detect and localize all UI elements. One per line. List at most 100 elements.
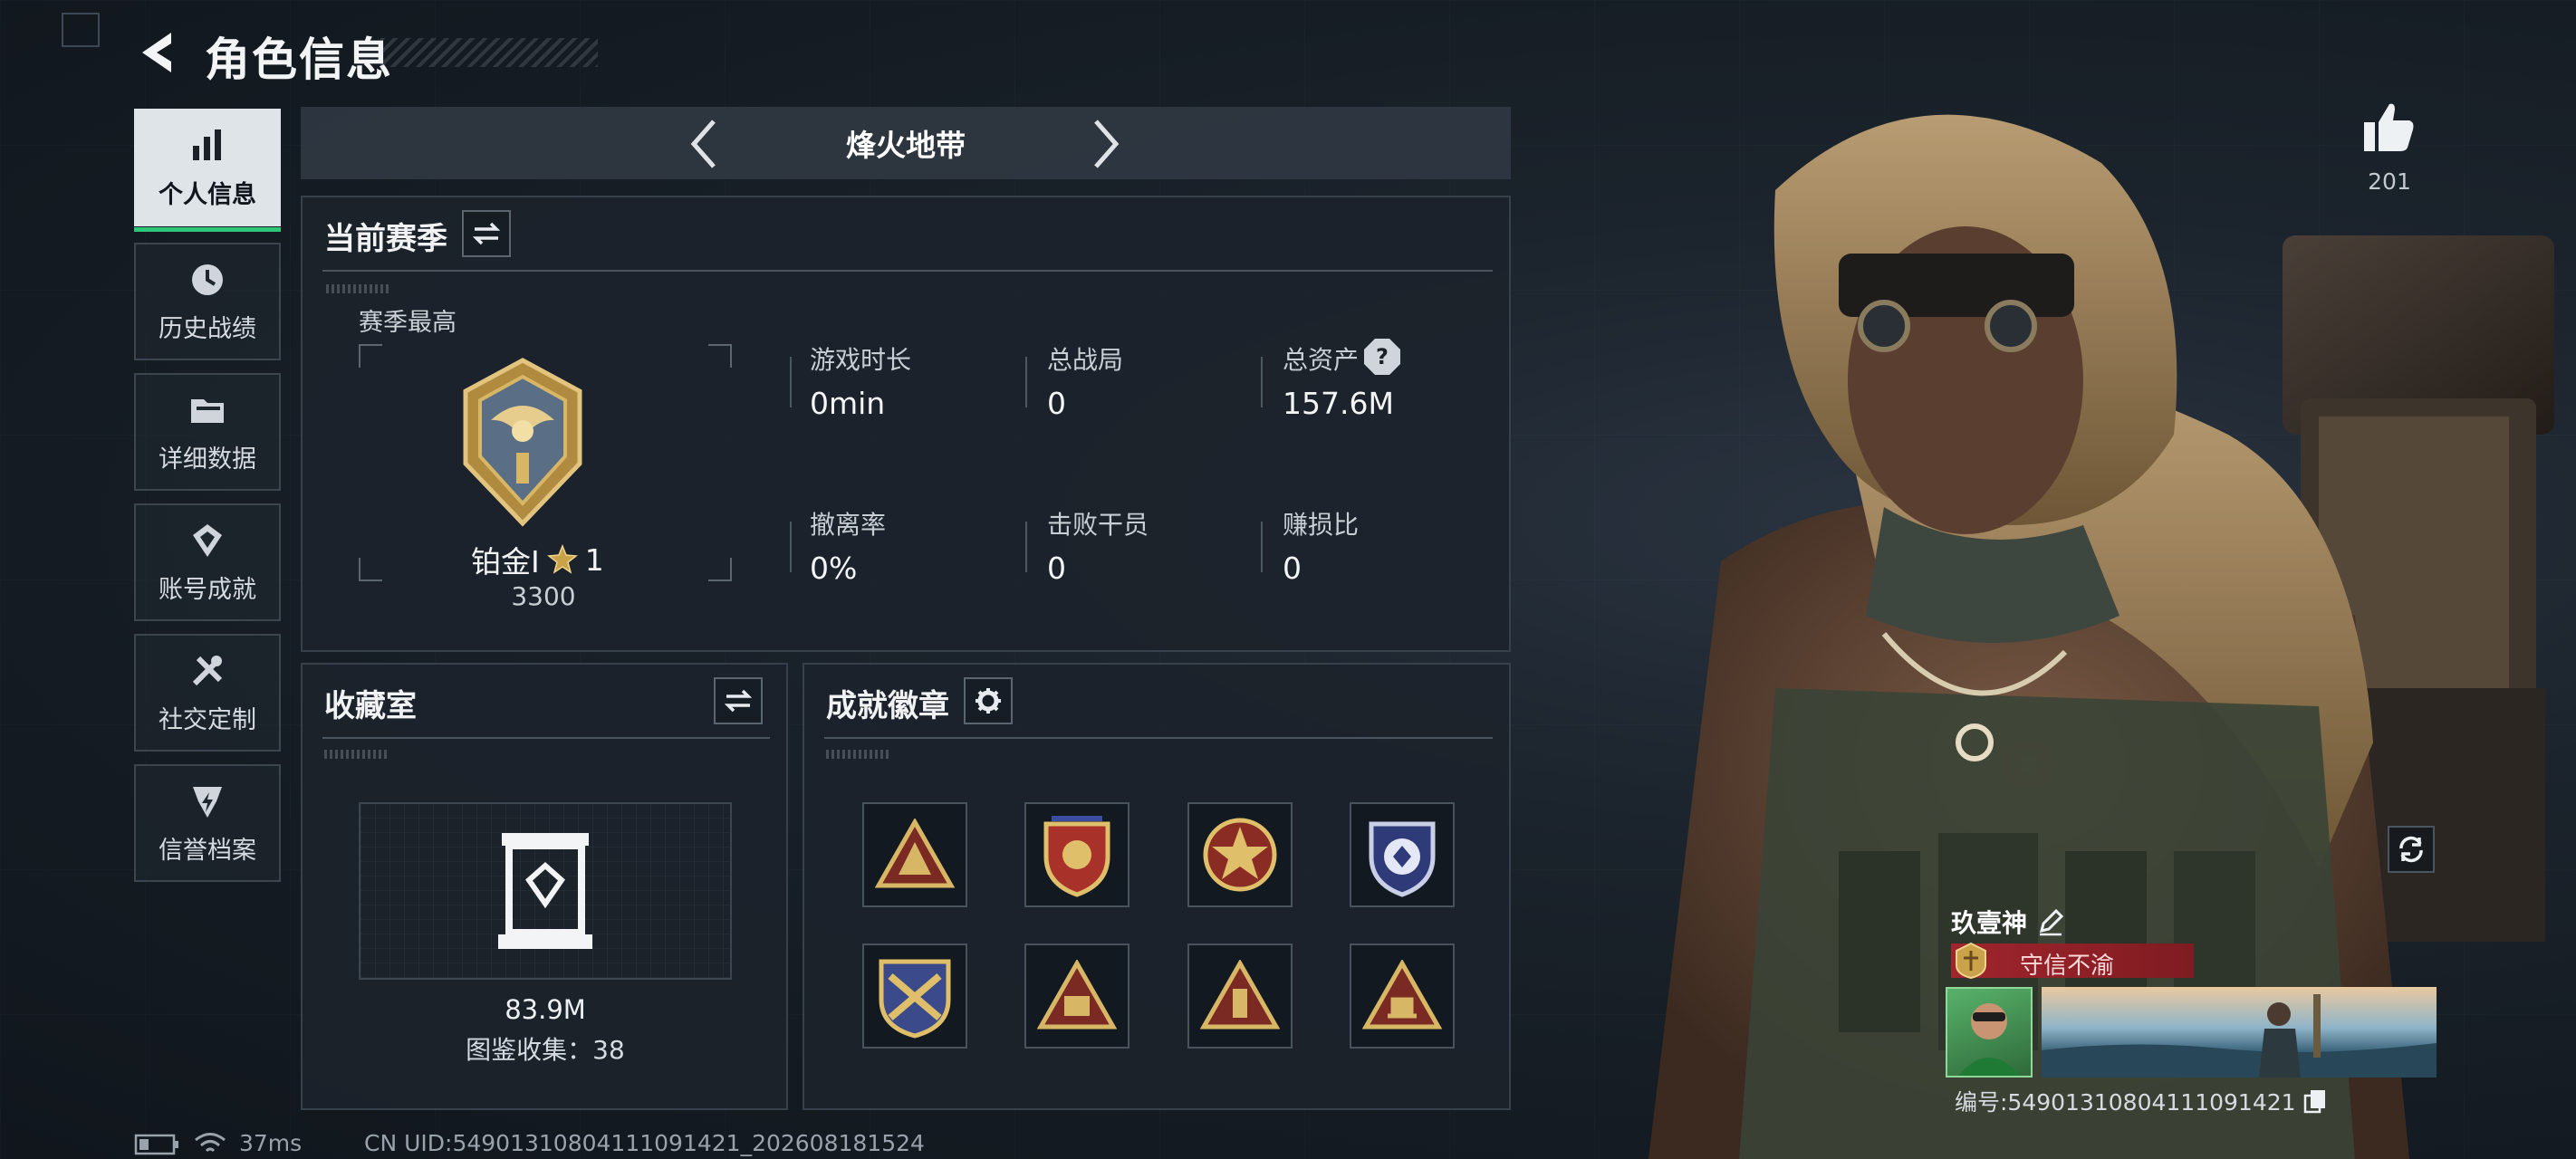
gem-shield-icon (1369, 821, 1436, 897)
rank-name-row: 铂金I 1 (471, 538, 604, 581)
section-divider (322, 737, 770, 739)
sidebar-item-detailed-data[interactable]: 详细数据 (134, 373, 281, 491)
season-best-label: 赛季最高 (359, 309, 457, 337)
sidebar-item-social[interactable]: 社交定制 (134, 634, 281, 752)
uid-text: CN UID:549013108041110914​21_20260818152… (364, 1130, 925, 1156)
stat-label: 击败干员 (1047, 510, 1149, 540)
corner-mark (62, 13, 100, 47)
page-title: 角色信息 (205, 34, 393, 86)
stat-separator (1025, 357, 1027, 407)
frame-corner (359, 558, 382, 581)
rank-stars: 1 (584, 541, 604, 578)
edit-name-icon[interactable] (2036, 907, 2065, 936)
decor-lines (826, 750, 889, 759)
swap-icon (725, 689, 752, 713)
achievement-icon (193, 523, 222, 557)
stat-value: 157.6M (1283, 386, 1394, 421)
sidebar-item-label: 个人信息 (159, 180, 256, 209)
stat-separator (790, 522, 792, 572)
achievement-badge[interactable] (1350, 802, 1455, 907)
achievement-badge[interactable] (1024, 802, 1129, 907)
stat-label: 游戏时长 (810, 345, 912, 375)
stat-label: 撤离率 (810, 510, 887, 540)
rank-score: 3300 (511, 581, 576, 611)
folder-icon (191, 398, 224, 423)
tower-triangle-icon (1362, 960, 1442, 1030)
achievements-title: 成就徽章 (826, 688, 949, 724)
stat-separator (790, 357, 792, 407)
mode-prev-button[interactable] (681, 112, 726, 176)
sidebar-item-label: 详细数据 (159, 445, 256, 474)
frame-corner (359, 344, 382, 368)
triangle-badge-icon (875, 819, 955, 888)
profile-banner[interactable] (2042, 987, 2437, 1078)
stat-value: 0% (810, 551, 858, 586)
avatar-portrait-icon (1958, 1003, 2020, 1076)
star-icon (546, 544, 578, 574)
sidebar-item-label: 账号成就 (159, 575, 256, 604)
back-arrow-icon (142, 33, 171, 72)
sidebar-item-label: 社交定制 (159, 705, 256, 734)
mode-title: 烽火地带 (846, 128, 966, 163)
sidebar-item-history[interactable]: 历史战绩 (134, 243, 281, 360)
wifi-icon (195, 1133, 226, 1153)
title-decoration (380, 38, 598, 67)
back-button[interactable] (136, 27, 178, 78)
achievement-badge[interactable] (862, 943, 967, 1049)
sidebar-item-personal-info[interactable]: 个人信息 (134, 109, 281, 232)
crossed-shield-icon (879, 959, 951, 1039)
star-medal-icon (1203, 818, 1277, 892)
battery-icon (134, 1134, 178, 1155)
player-id-row: 编号:549013108041110914​21 (1955, 1085, 2327, 1117)
player-title: 守信不渝 (2020, 953, 2115, 980)
achievements-settings-button[interactable] (964, 677, 1013, 724)
section-divider (824, 737, 1493, 739)
stat-separator (1261, 357, 1263, 407)
section-divider (322, 270, 1493, 272)
collection-count: 图鉴收集：38 (466, 1035, 625, 1065)
tools-icon (192, 655, 223, 685)
achievement-badge[interactable] (862, 802, 967, 907)
sb-triangle-icon (1037, 960, 1117, 1030)
likes-count: 201 (2368, 168, 2411, 195)
credit-icon (193, 786, 222, 818)
history-icon (192, 263, 223, 295)
rotate-model-button[interactable] (2388, 826, 2435, 873)
player-name: 玖壹神 (1951, 908, 2028, 938)
thumbs-up-icon (2364, 103, 2414, 151)
platinum-rank-icon (463, 358, 582, 527)
season-switch-button[interactable] (462, 210, 511, 257)
pillar-triangle-icon (1200, 960, 1280, 1030)
gear-icon (976, 688, 1001, 714)
stat-label: 总资产 (1283, 345, 1360, 375)
collection-value: 83.9M (505, 994, 586, 1025)
player-id: 编号:549013108041110914​21 (1955, 1089, 2296, 1116)
shield-badge-icon (1043, 816, 1110, 897)
collection-switch-button[interactable] (714, 677, 763, 724)
player-name-row: 玖壹神 (1951, 904, 2065, 940)
avatar[interactable] (1946, 987, 2033, 1078)
sidebar-item-achievements[interactable]: 账号成就 (134, 503, 281, 621)
stat-label: 赚损比 (1283, 510, 1360, 540)
stat-value: 0 (1283, 551, 1302, 586)
achievement-badge[interactable] (1187, 802, 1293, 907)
frame-corner (708, 558, 732, 581)
copy-icon[interactable] (2303, 1088, 2327, 1114)
bar-chart-icon (193, 129, 221, 160)
mode-next-button[interactable] (1083, 112, 1129, 176)
sidebar-item-credit[interactable]: 信誉档案 (134, 764, 281, 882)
rotate-icon (2399, 836, 2423, 863)
swap-icon (473, 222, 500, 245)
achievement-badge[interactable] (1024, 943, 1129, 1049)
chevron-right-icon (1094, 120, 1120, 168)
decor-lines (324, 750, 388, 759)
total-assets-help-button[interactable]: ? (1364, 339, 1400, 375)
like-button[interactable] (2360, 100, 2417, 156)
achievement-badge[interactable] (1187, 943, 1293, 1049)
sidebar-item-label: 历史战绩 (159, 314, 256, 343)
collection-title: 收藏室 (324, 688, 417, 724)
title-emblem-icon (1956, 942, 1986, 980)
frame-corner (708, 344, 732, 368)
achievement-badge[interactable] (1350, 943, 1455, 1049)
rank-name: 铂金I (471, 544, 540, 580)
